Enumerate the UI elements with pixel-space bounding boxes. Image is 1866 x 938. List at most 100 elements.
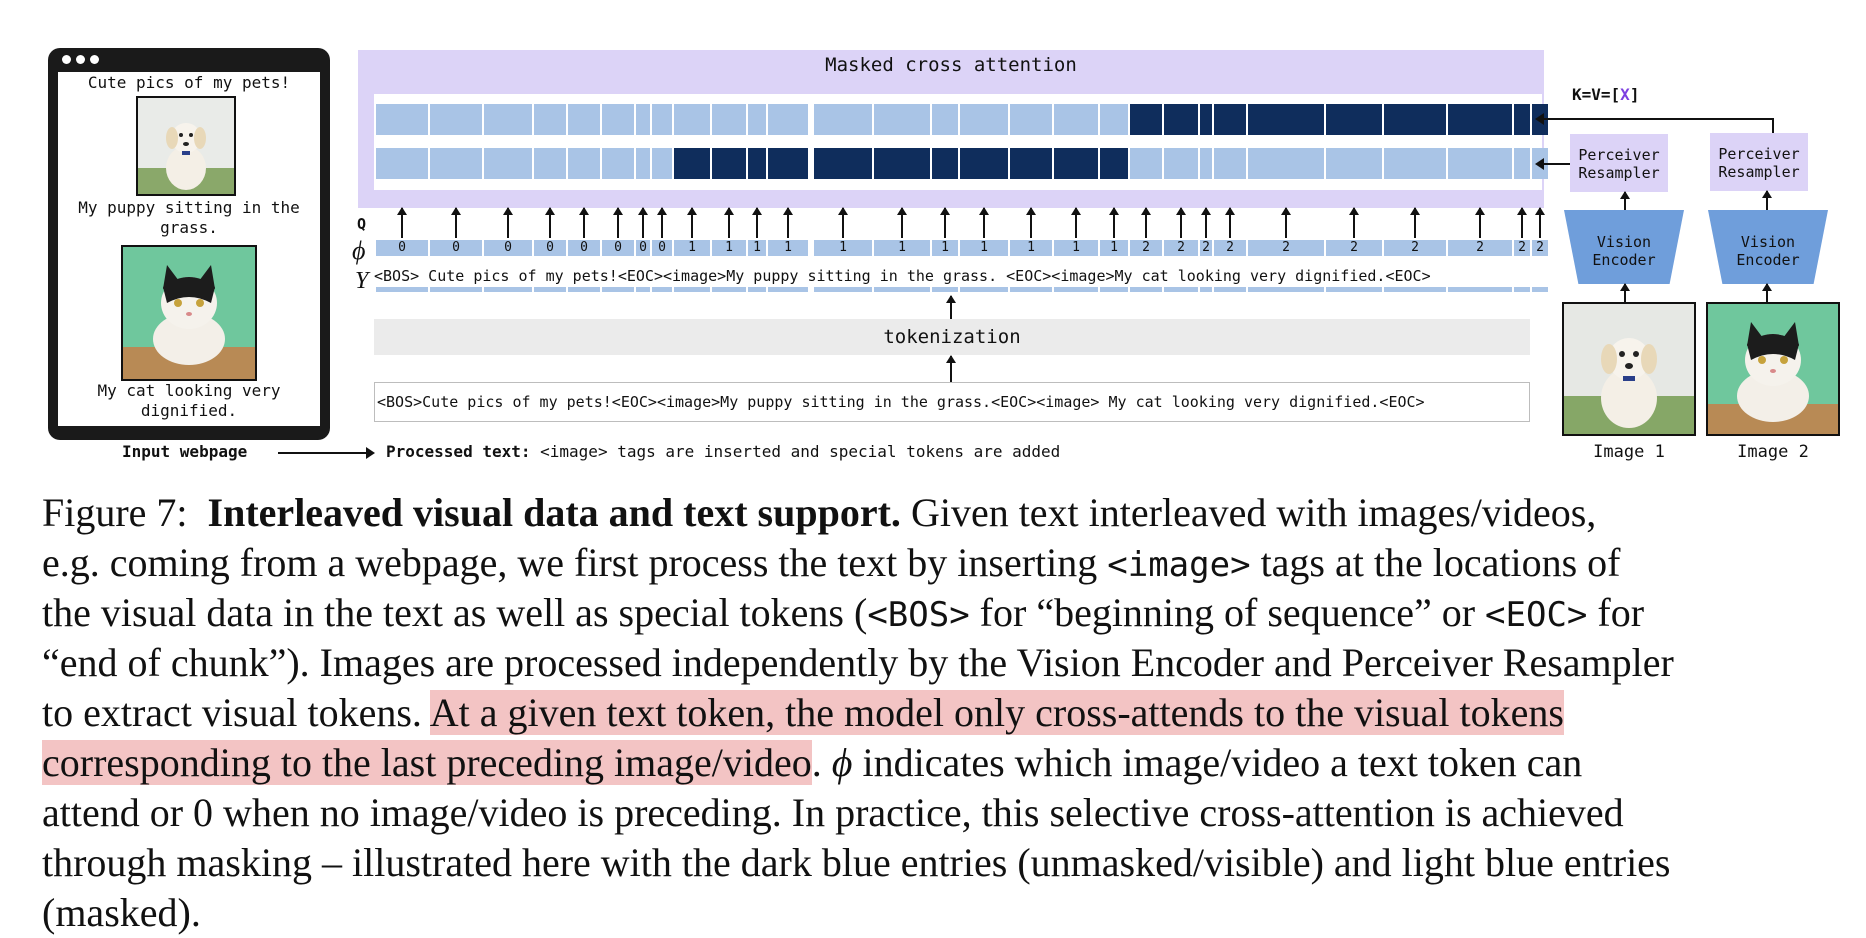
attention-cell-image1 xyxy=(1130,148,1162,179)
attention-cell-image2 xyxy=(568,104,600,135)
attention-cell-image1 xyxy=(430,148,482,179)
phi-label: ϕ xyxy=(352,236,366,265)
attention-cell-image2 xyxy=(874,104,930,135)
query-arrow-icon xyxy=(1410,207,1420,238)
puppy-caption: My puppy sitting in the grass. xyxy=(78,198,300,237)
attention-title: Masked cross attention xyxy=(825,54,1077,76)
attention-cell-image2 xyxy=(1326,104,1382,135)
caption-line-1: Figure 7: Interleaved visual data and te… xyxy=(42,488,1842,538)
caption-line-4: “end of chunk”). Images are processed in… xyxy=(42,640,1674,685)
perceiver-resampler-2-label: Perceiver Resampler xyxy=(1718,145,1800,181)
token-underline xyxy=(1054,287,1098,292)
attention-cell-image2 xyxy=(376,104,428,135)
attention-cell-image1 xyxy=(376,148,428,179)
y-label: Y xyxy=(355,268,369,294)
caption-code: <EOC> xyxy=(1485,595,1588,635)
attention-cell-image2 xyxy=(636,104,650,135)
attention-cell-image1 xyxy=(652,148,672,179)
attention-cell-image1 xyxy=(484,148,532,179)
token-sequence: <BOS> Cute pics of my pets!<EOC><image>M… xyxy=(374,267,1431,285)
query-arrow-icon xyxy=(752,207,762,238)
arrow-up-icon xyxy=(946,295,956,319)
token-underline xyxy=(1164,287,1198,292)
attention-cell-image1 xyxy=(712,148,746,179)
attention-cell-image2 xyxy=(1054,104,1098,135)
token-underline xyxy=(932,287,958,292)
perceiver-resampler-1-label: Perceiver Resampler xyxy=(1578,146,1660,182)
processed-text-rest: <image> tags are inserted and special to… xyxy=(540,442,1061,461)
image-1-label: Image 1 xyxy=(1593,442,1665,462)
window-dot-icon xyxy=(90,55,99,64)
figure-number: Figure 7: xyxy=(42,490,188,535)
attention-cell-image2 xyxy=(748,104,766,135)
phi-value: 1 xyxy=(712,240,746,256)
query-arrow-icon xyxy=(897,207,907,238)
attention-cell-image2 xyxy=(430,104,482,135)
attention-cell-image1 xyxy=(1214,148,1246,179)
processed-text-label: Processed text: <image> tags are inserte… xyxy=(386,442,1060,461)
caption-phi: ϕ xyxy=(831,740,853,785)
token-underline xyxy=(1100,287,1128,292)
connector-line xyxy=(1542,163,1570,165)
query-arrow-icon xyxy=(687,207,697,238)
phi-value: 0 xyxy=(636,240,650,256)
phi-value: 2 xyxy=(1164,240,1198,256)
phi-value: 1 xyxy=(1010,240,1052,256)
attention-cell-image1 xyxy=(814,148,872,179)
token-underline xyxy=(1384,287,1446,292)
query-arrow-icon xyxy=(397,207,407,238)
attention-cell-image2 xyxy=(712,104,746,135)
attention-cell-image2 xyxy=(1248,104,1324,135)
query-arrow-icon xyxy=(838,207,848,238)
image-2-label: Image 2 xyxy=(1737,442,1809,462)
caption-code: <BOS> xyxy=(867,595,970,635)
query-arrow-icon xyxy=(1201,207,1211,238)
caption-text: indicates which image/video a text token… xyxy=(862,740,1583,785)
token-underline xyxy=(712,287,746,292)
query-arrow-icon xyxy=(657,207,667,238)
attention-cell-image2 xyxy=(1384,104,1446,135)
token-underline xyxy=(1448,287,1512,292)
query-arrow-icon xyxy=(1176,207,1186,238)
phi-value: 0 xyxy=(430,240,482,256)
attention-cell-image1 xyxy=(1248,148,1324,179)
phi-value: 1 xyxy=(960,240,1008,256)
caption-highlight: At a given text token, the model only cr… xyxy=(429,690,1564,735)
attention-cell-image2 xyxy=(1100,104,1128,135)
query-arrow-icon xyxy=(503,207,513,238)
query-arrow-icon xyxy=(940,207,950,238)
caption-text: for xyxy=(1597,590,1645,635)
attention-cell-image2 xyxy=(814,104,872,135)
caption-text: e.g. coming from a webpage, we first pro… xyxy=(42,540,1098,585)
phi-value: 1 xyxy=(748,240,766,256)
attention-cell-image2 xyxy=(1164,104,1198,135)
token-underline xyxy=(652,287,672,292)
phi-value: 0 xyxy=(484,240,532,256)
attention-cell-image2 xyxy=(768,104,808,135)
token-underline xyxy=(1130,287,1162,292)
token-underline xyxy=(874,287,930,292)
kv-label: K=V=[X] xyxy=(1572,85,1639,104)
token-underline xyxy=(1532,287,1548,292)
attention-cell-image1 xyxy=(1384,148,1446,179)
query-arrow-icon xyxy=(613,207,623,238)
query-arrow-icon xyxy=(1109,207,1119,238)
caption-title: Interleaved visual data and text support… xyxy=(207,490,901,535)
caption-code: <image> xyxy=(1107,545,1251,585)
phi-value: 0 xyxy=(568,240,600,256)
phi-value: 2 xyxy=(1200,240,1212,256)
arrow-up-icon xyxy=(1620,283,1630,302)
token-underline xyxy=(1010,287,1052,292)
caption-line-6: corresponding to the last preceding imag… xyxy=(42,738,1842,788)
attention-cell-image2 xyxy=(652,104,672,135)
caption-text: Given text interleaved with images/video… xyxy=(910,490,1597,535)
phi-value: 1 xyxy=(1054,240,1098,256)
token-underline xyxy=(636,287,650,292)
phi-value: 1 xyxy=(674,240,710,256)
attention-cell-image1 xyxy=(874,148,930,179)
arrowhead-icon xyxy=(1535,158,1544,170)
phi-value: 0 xyxy=(652,240,672,256)
caption-line-5: to extract visual tokens. At a given tex… xyxy=(42,688,1842,738)
phi-value: 0 xyxy=(602,240,634,256)
attention-cell-image2 xyxy=(1130,104,1162,135)
